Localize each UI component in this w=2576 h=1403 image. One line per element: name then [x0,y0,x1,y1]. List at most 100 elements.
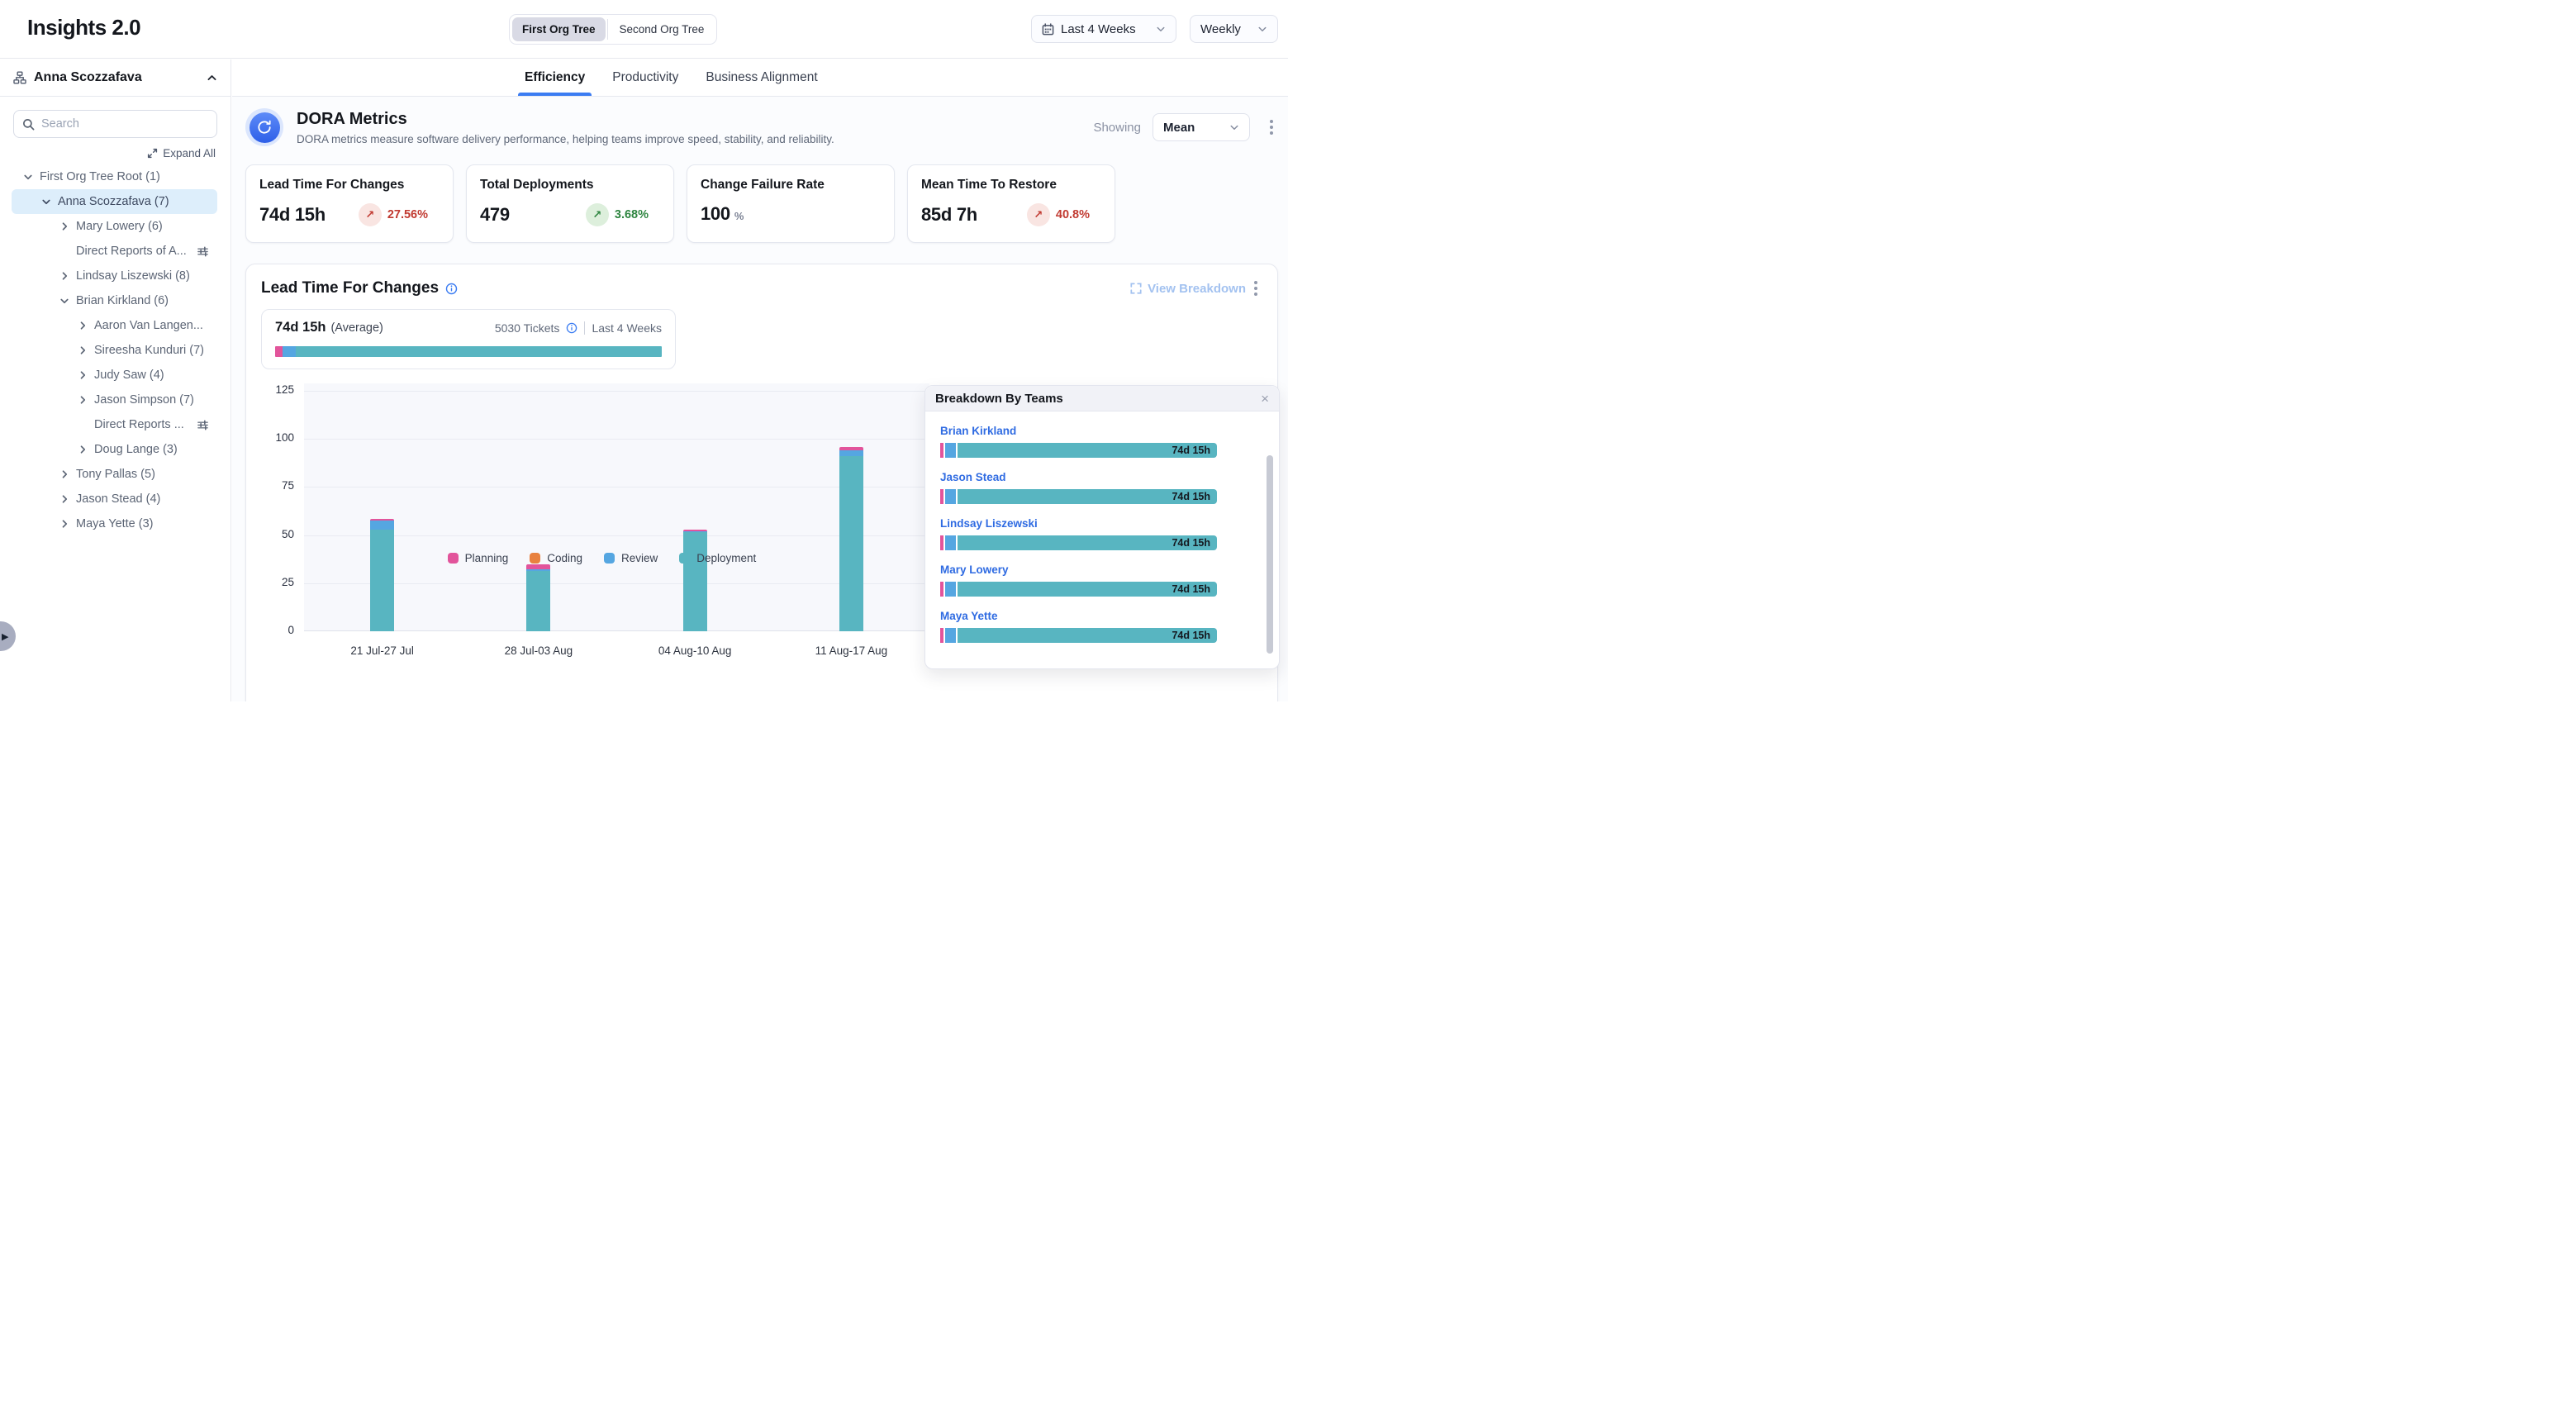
date-range-select[interactable]: Last 4 Weeks [1031,15,1176,43]
breakdown-segment-review [945,628,956,643]
search-input[interactable] [41,117,208,131]
dora-metric-cards: Lead Time For Changes74d 15h↗27.56%Total… [245,164,1278,243]
tree-item[interactable]: Aaron Van Langen... [12,313,217,338]
chevron-down-icon[interactable] [59,296,70,306]
first-org-tree-button[interactable]: First Org Tree [512,17,606,41]
chevron-right-icon[interactable] [59,519,70,529]
tree-item-label: Anna Scozzafava (7) [58,195,169,208]
chart-kebab-menu-icon[interactable] [1249,278,1262,299]
dora-header: DORA Metrics DORA metrics measure softwa… [245,108,1278,146]
lead-time-title: Lead Time For Changes [261,279,439,297]
calendar-icon [1042,23,1054,36]
breakdown-bar: 74d 15h [940,489,1251,504]
dora-metrics-icon [245,108,283,146]
stacked-bar [526,564,550,631]
tree-item-label: Mary Lowery (6) [76,220,163,233]
tree-item[interactable]: Mary Lowery (6) [12,214,217,239]
info-icon[interactable] [445,283,458,295]
bar-segment-review [839,450,863,456]
chevron-right-icon[interactable] [59,221,70,231]
breakdown-team-link[interactable]: Mary Lowery [940,564,1251,576]
bar-segment-deployment [683,532,707,631]
tree-item[interactable]: Maya Yette (3) [12,511,217,536]
showing-label: Showing [1093,121,1141,135]
lead-time-card: Lead Time For Changes View Breakdown 74d… [245,264,1278,702]
breakdown-team-link[interactable]: Maya Yette [940,610,1251,622]
breakdown-segment-planning [940,582,943,597]
legend-swatch [448,553,459,564]
breakdown-team-link[interactable]: Lindsay Liszewski [940,517,1251,530]
chevron-right-icon[interactable] [59,271,70,281]
chevron-down-icon[interactable] [40,197,52,207]
tree-item[interactable]: Judy Saw (4) [12,363,217,388]
sidebar-owner-row[interactable]: Anna Scozzafava [0,59,231,97]
dora-kebab-menu-icon[interactable] [1265,117,1278,138]
x-axis-label: 21 Jul-27 Jul [308,644,457,657]
filter-sliders-icon[interactable] [197,245,209,258]
chevron-up-icon[interactable] [207,73,217,83]
tab-productivity[interactable]: Productivity [612,59,678,96]
tree-item[interactable]: Doug Lange (3) [12,437,217,462]
breakdown-panel-title: Breakdown By Teams [935,392,1063,406]
tree-item-label: Lindsay Liszewski (8) [76,269,190,283]
tree-item[interactable]: Lindsay Liszewski (8) [12,264,217,288]
chevron-right-icon[interactable] [59,494,70,504]
average-suffix: (Average) [330,321,383,335]
tree-item[interactable]: Tony Pallas (5) [12,462,217,487]
panel-scrollbar-thumb[interactable] [1267,455,1273,654]
chevron-down-icon [1229,122,1239,132]
tree-item[interactable]: Direct Reports of A... [12,239,217,264]
tab-efficiency[interactable]: Efficiency [525,59,585,96]
date-range-value: Last 4 Weeks [1061,22,1149,36]
toggle-divider [607,19,608,40]
tree-item[interactable]: Direct Reports ... [12,412,217,437]
chevron-down-icon[interactable] [22,172,34,182]
y-axis-tick: 25 [261,576,294,588]
app-header: Insights 2.0 First Org Tree Second Org T… [0,0,1288,59]
chevron-right-icon[interactable] [77,445,88,454]
filter-sliders-icon[interactable] [197,419,209,431]
stacked-bar [370,519,394,631]
sidebar-collapse-handle[interactable]: ▶ [0,621,16,651]
x-axis-label: 28 Jul-03 Aug [464,644,613,657]
chevron-right-icon[interactable] [59,469,70,479]
metric-card: Lead Time For Changes74d 15h↗27.56% [245,164,454,243]
tree-item[interactable]: Sireesha Kunduri (7) [12,338,217,363]
showing-select[interactable]: Mean [1153,113,1250,141]
chart-legend: PlanningCodingReviewDeployment [289,552,915,564]
chevron-right-icon[interactable] [77,370,88,380]
trend-up-icon: ↗ [586,203,609,226]
breakdown-segment-planning [940,535,943,550]
breakdown-segment-planning [940,489,943,504]
tree-item[interactable]: Anna Scozzafava (7) [12,189,217,214]
chevron-right-icon[interactable] [77,395,88,405]
bar-segment-deployment [839,456,863,631]
breakdown-team-link[interactable]: Jason Stead [940,471,1251,483]
expand-all-button[interactable]: Expand All [0,147,216,159]
breakdown-team-link[interactable]: Brian Kirkland [940,425,1251,437]
tree-item[interactable]: Brian Kirkland (6) [12,288,217,313]
stacked-bar [839,447,863,631]
granularity-select[interactable]: Weekly [1190,15,1278,43]
trend-up-icon: ↗ [359,203,382,226]
tab-business-alignment[interactable]: Business Alignment [706,59,817,96]
close-icon[interactable]: × [1261,392,1269,406]
info-icon[interactable] [566,322,577,334]
breakdown-row: Mary Lowery74d 15h [940,564,1251,597]
chevron-right-icon[interactable] [77,345,88,355]
chevron-right-icon[interactable] [77,321,88,331]
org-tree-toggle: First Org Tree Second Org Tree [509,14,717,45]
view-breakdown-button[interactable]: View Breakdown [1130,282,1246,296]
tree-item[interactable]: Jason Stead (4) [12,487,217,511]
metric-delta-value: 40.8% [1056,208,1090,221]
legend-swatch [679,553,690,564]
legend-label: Planning [465,552,509,564]
chart-plot [304,383,929,631]
metric-card-value: 100 [701,203,730,225]
phase-summary-bar [275,346,662,357]
gridline [304,583,929,584]
tree-item[interactable]: Jason Simpson (7) [12,388,217,412]
tree-item[interactable]: First Org Tree Root (1) [12,164,217,189]
metric-delta-value: 3.68% [615,208,649,221]
second-org-tree-button[interactable]: Second Org Tree [610,17,715,41]
